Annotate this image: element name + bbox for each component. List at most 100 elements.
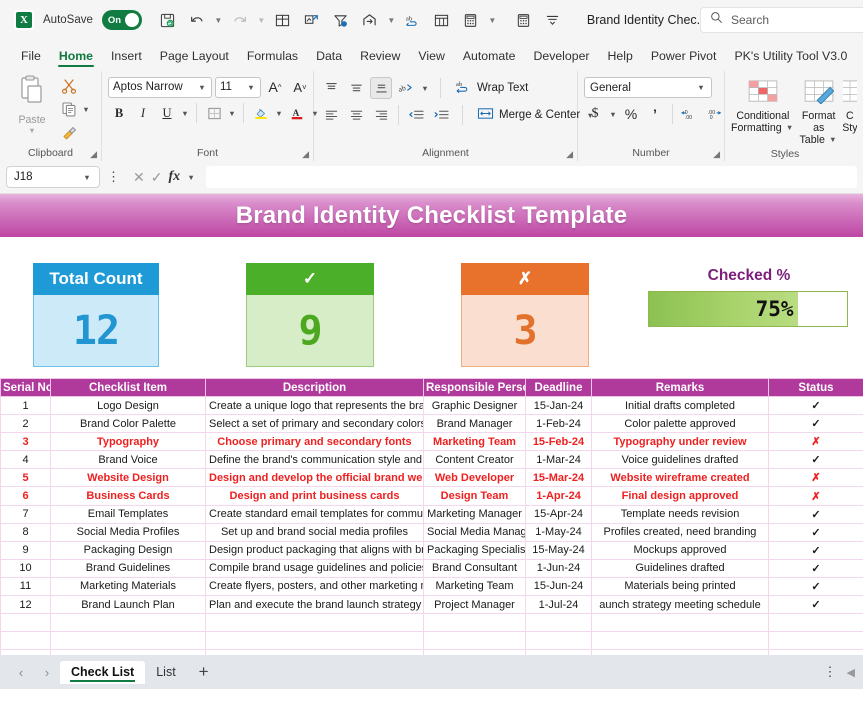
wrap-text-button[interactable]: ab Wrap Text: [451, 77, 532, 99]
table-row[interactable]: 9 Packaging Design Design product packagin…: [0, 540, 863, 560]
deadline-cell[interactable]: 1-Feb-24: [525, 414, 592, 434]
serial-cell[interactable]: 3: [0, 432, 51, 452]
checklist-item-cell[interactable]: Brand Launch Plan: [50, 595, 206, 615]
clipboard-dialog-launcher[interactable]: ◢: [90, 149, 97, 160]
empty-cell[interactable]: [525, 613, 592, 633]
status-bar-more-icon[interactable]: ⋮: [824, 665, 837, 678]
description-cell[interactable]: Create a unique logo that represents the…: [205, 395, 424, 416]
decrease-decimal-button[interactable]: .00 0: [703, 103, 725, 125]
ribbon-display-options-icon[interactable]: [540, 7, 566, 33]
remarks-cell[interactable]: Website wireframe created: [591, 468, 769, 488]
calculate-icon[interactable]: [458, 7, 484, 33]
name-box[interactable]: J18 ▼: [6, 166, 100, 188]
remarks-cell[interactable]: Typography under review: [591, 432, 769, 452]
empty-cell[interactable]: [591, 631, 769, 651]
responsible-person-cell[interactable]: Brand Consultant: [423, 558, 526, 578]
checklist-item-cell[interactable]: Website Design: [50, 468, 206, 488]
font-color-button[interactable]: A: [286, 102, 308, 124]
status-cell[interactable]: ✓: [768, 558, 863, 578]
fill-color-caret-icon[interactable]: ▼: [274, 109, 284, 118]
underline-caret-icon[interactable]: ▼: [180, 109, 190, 118]
serial-cell[interactable]: 7: [0, 504, 51, 524]
empty-cell[interactable]: [423, 613, 526, 633]
font-name-input[interactable]: Aptos Narrow ▼: [108, 76, 212, 98]
deadline-cell[interactable]: 15-May-24: [525, 540, 592, 560]
serial-cell[interactable]: 2: [0, 414, 51, 434]
underline-button[interactable]: U: [156, 102, 178, 124]
borders-caret-icon[interactable]: ▼: [227, 109, 237, 118]
tab-formulas[interactable]: Formulas: [238, 47, 307, 68]
conditional-formatting-caret-icon[interactable]: ▼: [785, 124, 795, 133]
format-as-table-button[interactable]: Format as Table ▼: [797, 78, 841, 146]
responsible-person-cell[interactable]: Packaging Specialist: [423, 540, 526, 560]
status-cell[interactable]: ✗: [768, 432, 863, 452]
align-top-button[interactable]: [320, 77, 342, 99]
font-dialog-launcher[interactable]: ◢: [302, 149, 309, 160]
serial-cell[interactable]: 4: [0, 450, 51, 470]
checklist-item-cell[interactable]: Brand Voice: [50, 450, 206, 470]
number-format-caret-icon[interactable]: ▼: [696, 83, 706, 92]
checklist-item-cell[interactable]: Typography: [50, 432, 206, 452]
description-cell[interactable]: Set up and brand social media profiles: [205, 522, 424, 542]
add-sheet-button[interactable]: +: [187, 662, 221, 682]
filter-icon[interactable]: [328, 7, 354, 33]
cut-button[interactable]: [58, 75, 80, 97]
next-sheet-icon[interactable]: ›: [34, 660, 60, 684]
description-cell[interactable]: Design and print business cards: [205, 486, 424, 506]
col-serial-no[interactable]: Serial No.: [0, 378, 51, 397]
chart-icon[interactable]: [299, 7, 325, 33]
tab-automate[interactable]: Automate: [454, 47, 525, 68]
serial-cell[interactable]: 5: [0, 468, 51, 488]
responsible-person-cell[interactable]: Marketing Team: [423, 576, 526, 597]
accounting-format-button[interactable]: $: [584, 103, 606, 125]
responsible-person-cell[interactable]: Content Creator: [423, 450, 526, 470]
table-icon[interactable]: [270, 7, 296, 33]
empty-cell[interactable]: [50, 613, 206, 633]
table-row[interactable]: 11 Marketing Materials Create flyers, post…: [0, 576, 863, 597]
deadline-cell[interactable]: 1-May-24: [525, 522, 592, 542]
formula-bar-options-icon[interactable]: ⋮: [104, 170, 123, 183]
description-cell[interactable]: Design and develop the official brand we…: [205, 468, 424, 488]
serial-cell[interactable]: 11: [0, 576, 51, 597]
status-cell[interactable]: ✓: [768, 504, 863, 524]
remarks-cell[interactable]: aunch strategy meeting schedule: [591, 595, 769, 615]
undo-icon[interactable]: [184, 7, 210, 33]
tab-help[interactable]: Help: [599, 47, 642, 68]
copy-caret-icon[interactable]: ▼: [81, 105, 91, 114]
tab-pk-utility-tool[interactable]: PK's Utility Tool V3.0: [725, 47, 856, 68]
deadline-cell[interactable]: 1-Mar-24: [525, 450, 592, 470]
empty-cell[interactable]: [205, 613, 424, 633]
responsible-person-cell[interactable]: Social Media Manager: [423, 522, 526, 542]
status-cell[interactable]: ✓: [768, 450, 863, 470]
share-icon[interactable]: [357, 7, 383, 33]
share-caret-icon[interactable]: ▼: [386, 16, 397, 25]
tab-developer[interactable]: Developer: [524, 47, 598, 68]
align-bottom-button[interactable]: [370, 77, 392, 99]
tab-view[interactable]: View: [409, 47, 453, 68]
qat-more-caret-icon[interactable]: ▼: [487, 16, 498, 25]
empty-cell[interactable]: [591, 613, 769, 633]
empty-cell[interactable]: [525, 631, 592, 651]
status-cell[interactable]: ✓: [768, 595, 863, 615]
deadline-cell[interactable]: 15-Jun-24: [525, 576, 592, 597]
italic-button[interactable]: I: [132, 102, 154, 124]
cancel-icon[interactable]: ✕: [133, 169, 145, 186]
empty-cell[interactable]: [0, 631, 51, 651]
checklist-item-cell[interactable]: Business Cards: [50, 486, 206, 506]
sheet-tab-check-list[interactable]: Check List: [60, 660, 146, 684]
status-cell[interactable]: ✓: [768, 576, 863, 597]
responsible-person-cell[interactable]: Design Team: [423, 486, 526, 506]
deadline-cell[interactable]: 15-Jan-24: [525, 395, 592, 416]
insert-function-icon[interactable]: fx: [168, 169, 180, 185]
document-title[interactable]: Brand Identity Chec...: [587, 13, 707, 27]
spelling-icon[interactable]: ab: [400, 7, 426, 33]
autosave-toggle[interactable]: On: [101, 10, 142, 30]
decrease-indent-button[interactable]: [405, 104, 427, 126]
serial-cell[interactable]: 1: [0, 395, 51, 416]
format-as-table-caret-icon[interactable]: ▼: [828, 135, 838, 144]
checklist-item-cell[interactable]: Packaging Design: [50, 540, 206, 560]
align-center-button[interactable]: [345, 104, 367, 126]
table-row[interactable]: 8 Social Media Profiles Set up and brand s…: [0, 522, 863, 542]
col-responsible-person[interactable]: Responsible Person: [423, 378, 526, 397]
remarks-cell[interactable]: Materials being printed: [591, 576, 769, 597]
